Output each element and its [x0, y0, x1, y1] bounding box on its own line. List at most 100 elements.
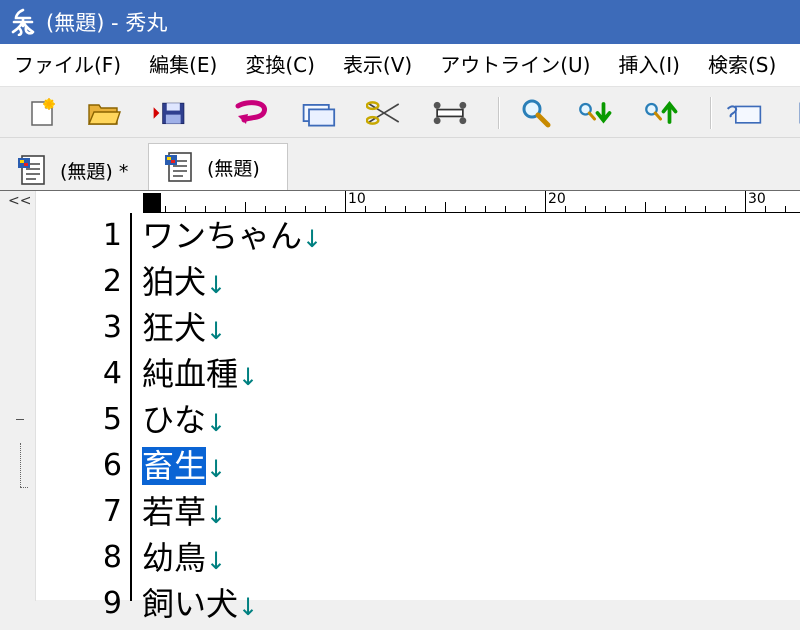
line-number: 5 [102, 402, 122, 437]
toolbar-separator [498, 97, 500, 129]
document-icon [163, 151, 195, 183]
menu-outline[interactable]: アウトライン(U) [426, 44, 604, 86]
tag-window-icon[interactable] [726, 95, 762, 131]
ruler-tick [785, 206, 786, 212]
ruler-tick [645, 202, 646, 212]
newline-arrow-icon: ↓ [206, 271, 227, 299]
newline-arrow-icon: ↓ [206, 501, 227, 529]
text-line[interactable]: 幼鳥↓ [142, 535, 800, 581]
find-icon[interactable] [518, 95, 554, 131]
ruler-tick [385, 206, 386, 212]
newline-arrow-icon: ↓ [206, 455, 227, 483]
ruler-tick [205, 206, 206, 212]
text-line[interactable]: 若草↓ [142, 489, 800, 535]
ruler-tick [445, 202, 446, 212]
outline-range-marker [20, 443, 21, 487]
line-number-column: 1 2 3 4 5 6 7 8 9 [36, 213, 130, 627]
line-number-divider [130, 213, 132, 601]
cut-icon[interactable] [366, 95, 402, 131]
line-text: 純血種 [142, 355, 239, 393]
ruler-tick [625, 206, 626, 212]
find-down-icon[interactable] [578, 95, 614, 131]
ruler-tick [485, 206, 486, 212]
undo-icon[interactable] [234, 95, 270, 131]
newline-arrow-icon: ↓ [206, 317, 227, 345]
ruler-tick [525, 206, 526, 212]
line-number: 8 [102, 540, 122, 575]
new-file-icon[interactable] [24, 95, 60, 131]
text-line[interactable]: 狂犬↓ [142, 305, 800, 351]
line-text: 幼鳥 [142, 539, 207, 577]
ruler-tick [745, 191, 746, 212]
open-folder-icon[interactable] [86, 95, 122, 131]
text-line[interactable]: ひな↓ [142, 397, 800, 443]
line-text: ワンちゃん [142, 217, 303, 255]
text-line[interactable]: 飼い犬↓ [142, 581, 800, 627]
menu-insert[interactable]: 挿入(I) [604, 44, 694, 86]
ruler-column-number: 30 [748, 191, 766, 207]
ruler-tick [325, 206, 326, 212]
ruler-column-number: 20 [548, 191, 566, 207]
ruler-tick [265, 206, 266, 212]
newline-arrow-icon: ↓ [238, 363, 259, 391]
outline-gutter[interactable]: << [0, 191, 36, 601]
toolbar-separator [710, 97, 712, 129]
line-number: 7 [102, 494, 122, 529]
text-line[interactable]: 狛犬↓ [142, 259, 800, 305]
title-bar: (無題) - 秀丸 [0, 0, 800, 44]
column-ruler[interactable]: 10 20 30 [143, 191, 800, 213]
newline-arrow-icon: ↓ [238, 593, 259, 621]
line-number: 2 [102, 264, 122, 299]
line-number: 9 [102, 586, 122, 621]
editor-pane[interactable]: << 10 20 30 123456789 ワンちゃん↓ 狛犬↓ 狂犬↓ 純血種↓ ひな↓ 畜… [0, 190, 800, 623]
newline-arrow-icon: ↓ [206, 547, 227, 575]
find-up-icon[interactable] [644, 95, 680, 131]
ruler-tick [345, 191, 346, 212]
menu-bar: ファイル(F) 編集(E) 変換(C) 表示(V) アウトライン(U) 挿入(I… [0, 44, 800, 86]
ruler-tick [605, 206, 606, 212]
copy-window-icon[interactable] [300, 95, 336, 131]
tab-label: (無題) [207, 157, 260, 180]
ruler-tick [585, 206, 586, 212]
ruler-tick [665, 206, 666, 212]
menu-search[interactable]: 検索(S) [694, 44, 790, 86]
ruler-tick [465, 206, 466, 212]
tab-label: (無題) * [60, 160, 129, 183]
ruler-tick [285, 206, 286, 212]
line-text: 狛犬 [142, 263, 207, 301]
menu-view[interactable]: 表示(V) [329, 44, 426, 86]
text-line[interactable]: 純血種↓ [142, 351, 800, 397]
ruler-start-marker [143, 193, 161, 212]
newline-arrow-icon: ↓ [206, 409, 227, 437]
toolbar [0, 86, 800, 138]
menu-edit[interactable]: 編集(E) [135, 44, 231, 86]
menu-file[interactable]: ファイル(F) [0, 44, 135, 86]
ruler-tick [685, 206, 686, 212]
selected-text: 畜生 [142, 447, 207, 485]
text-line[interactable]: ワンちゃん↓ [142, 213, 800, 259]
outline-marker [16, 419, 24, 420]
tab-untitled-modified[interactable]: (無題) * [4, 150, 148, 190]
newline-arrow-icon: ↓ [302, 225, 323, 253]
hidemaru-app-icon[interactable] [8, 7, 38, 37]
window-title: (無題) - 秀丸 [46, 11, 168, 35]
ruler-tick [545, 191, 546, 212]
line-text: 狂犬 [142, 309, 207, 347]
ruler-tick [225, 206, 226, 212]
line-text: ひな [142, 401, 207, 439]
text-line[interactable]: 畜生↓ [142, 443, 800, 489]
tab-untitled-active[interactable]: (無題) [148, 143, 288, 190]
grid-icon[interactable] [786, 95, 800, 131]
collapse-outline-button[interactable]: << [8, 193, 31, 209]
document-tab-bar: (無題) * (無題) [0, 138, 800, 190]
ruler-tick [725, 206, 726, 212]
text-content[interactable]: ワンちゃん↓ 狛犬↓ 狂犬↓ 純血種↓ ひな↓ 畜生↓ 若草↓ 幼鳥↓ 飼い犬↓ [142, 213, 800, 627]
save-icon[interactable] [152, 95, 188, 131]
paste-icon[interactable] [432, 95, 468, 131]
ruler-tick [425, 206, 426, 212]
line-number: 4 [102, 356, 122, 391]
outline-range-end [20, 487, 28, 488]
ruler-tick [505, 206, 506, 212]
menu-convert[interactable]: 変換(C) [231, 44, 329, 86]
ruler-tick [165, 206, 166, 212]
